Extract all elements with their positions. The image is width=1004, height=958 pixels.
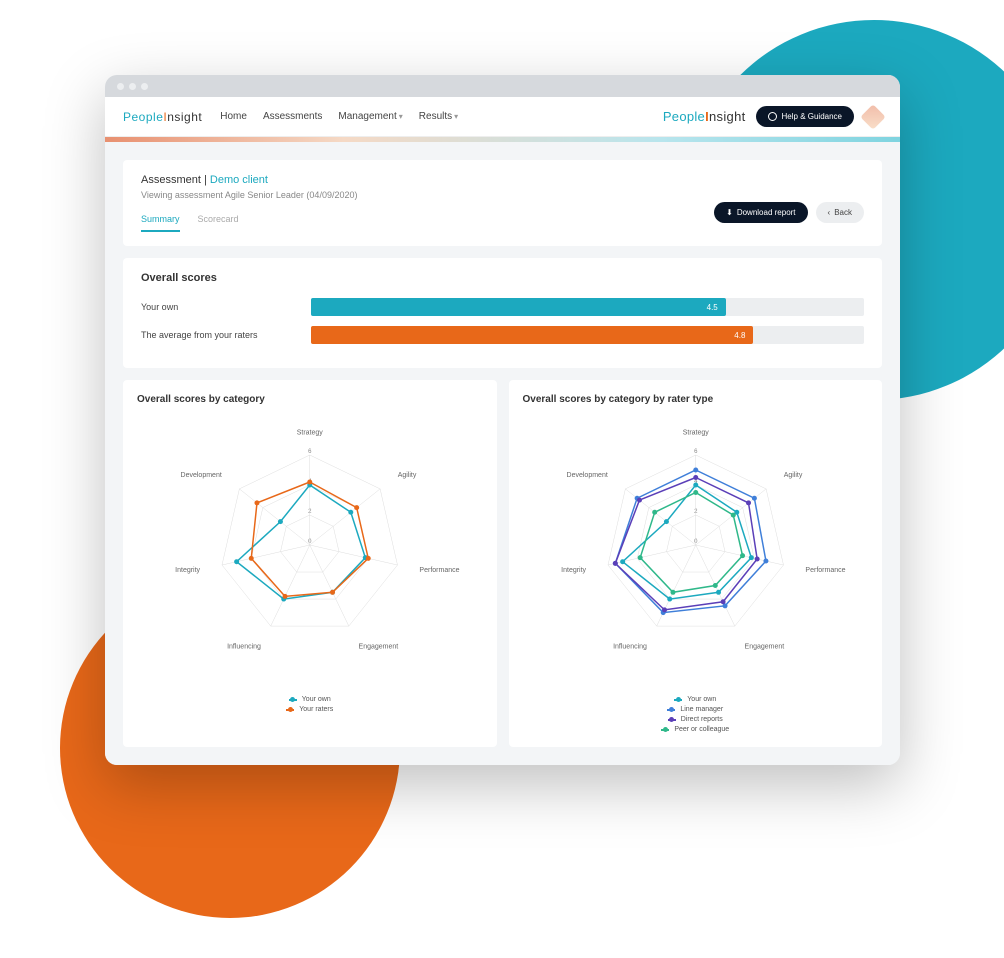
main-nav: Home Assessments Management▾ Results▾ bbox=[220, 111, 458, 122]
score-bar-raters-fill: 4.8 bbox=[311, 326, 753, 344]
chevron-down-icon: ▾ bbox=[454, 112, 458, 121]
logo-left: PeopleInsight bbox=[123, 110, 202, 124]
score-row-own: Your own 4.5 bbox=[141, 298, 864, 316]
svg-text:Engagement: Engagement bbox=[744, 643, 784, 650]
svg-text:Agility: Agility bbox=[398, 472, 417, 479]
back-button[interactable]: ‹ Back bbox=[816, 202, 864, 223]
chart-card-by-rater-type: Overall scores by category by rater type… bbox=[509, 380, 883, 747]
svg-text:Agility: Agility bbox=[783, 472, 802, 479]
score-bar-own-fill: 4.5 bbox=[311, 298, 726, 316]
score-bar-own: 4.5 bbox=[311, 298, 864, 316]
legend-item: Your own bbox=[674, 696, 716, 703]
nav-results[interactable]: Results▾ bbox=[419, 111, 458, 122]
svg-text:Performance: Performance bbox=[419, 567, 459, 574]
score-label-raters: The average from your raters bbox=[141, 330, 311, 340]
assessment-header-card: Assessment | Demo client Viewing assessm… bbox=[123, 160, 882, 246]
radar-chart-1: 0246StrategyAgilityPerformanceEngagement… bbox=[137, 415, 483, 685]
chart2-title: Overall scores by category by rater type bbox=[523, 394, 869, 405]
edit-icon[interactable] bbox=[860, 104, 885, 129]
svg-text:Integrity: Integrity bbox=[175, 567, 200, 574]
chevron-left-icon: ‹ bbox=[828, 208, 831, 217]
help-icon bbox=[768, 112, 777, 121]
svg-text:2: 2 bbox=[308, 509, 312, 515]
page-title: Assessment | Demo client bbox=[141, 174, 357, 186]
svg-text:Performance: Performance bbox=[805, 567, 845, 574]
legend-item: Peer or colleague bbox=[661, 726, 729, 733]
chart1-legend: Your own Your raters bbox=[137, 696, 483, 713]
charts-row: Overall scores by category 0246StrategyA… bbox=[123, 380, 882, 747]
radar-chart-2: 0246StrategyAgilityPerformanceEngagement… bbox=[523, 415, 869, 685]
download-icon: ⬇ bbox=[726, 208, 733, 217]
logo-right: PeopleInsight bbox=[663, 109, 746, 124]
legend-item: Direct reports bbox=[668, 716, 723, 723]
svg-text:2: 2 bbox=[694, 509, 698, 515]
chart-card-by-category: Overall scores by category 0246StrategyA… bbox=[123, 380, 497, 747]
app-header: PeopleInsight Home Assessments Managemen… bbox=[105, 97, 900, 137]
overall-scores-card: Overall scores Your own 4.5 The average … bbox=[123, 258, 882, 368]
overall-scores-title: Overall scores bbox=[141, 272, 864, 284]
svg-text:Engagement: Engagement bbox=[359, 643, 399, 650]
chart1-title: Overall scores by category bbox=[137, 394, 483, 405]
help-button[interactable]: Help & Guidance bbox=[756, 106, 854, 127]
score-bar-raters: 4.8 bbox=[311, 326, 864, 344]
svg-text:6: 6 bbox=[308, 449, 312, 455]
tab-scorecard[interactable]: Scorecard bbox=[198, 214, 239, 232]
svg-text:6: 6 bbox=[694, 449, 698, 455]
window-control-icon bbox=[129, 83, 136, 90]
svg-text:Influencing: Influencing bbox=[613, 643, 647, 650]
download-report-button[interactable]: ⬇ Download report bbox=[714, 202, 807, 223]
score-row-raters: The average from your raters 4.8 bbox=[141, 326, 864, 344]
nav-assessments[interactable]: Assessments bbox=[263, 111, 322, 122]
window-control-icon bbox=[141, 83, 148, 90]
nav-management[interactable]: Management▾ bbox=[338, 111, 402, 122]
browser-window: PeopleInsight Home Assessments Managemen… bbox=[105, 75, 900, 765]
nav-home[interactable]: Home bbox=[220, 111, 247, 122]
tab-summary[interactable]: Summary bbox=[141, 214, 180, 232]
window-control-icon bbox=[117, 83, 124, 90]
legend-item: Your own bbox=[289, 696, 331, 703]
svg-text:Development: Development bbox=[566, 472, 607, 479]
page-content: Assessment | Demo client Viewing assessm… bbox=[105, 142, 900, 765]
browser-titlebar bbox=[105, 75, 900, 97]
score-label-own: Your own bbox=[141, 302, 311, 312]
svg-text:Strategy: Strategy bbox=[297, 430, 324, 437]
chevron-down-icon: ▾ bbox=[399, 112, 403, 121]
client-name[interactable]: Demo client bbox=[210, 174, 268, 186]
svg-text:Strategy: Strategy bbox=[682, 430, 709, 437]
svg-text:Development: Development bbox=[181, 472, 222, 479]
tabs: Summary Scorecard bbox=[141, 214, 357, 232]
chart2-legend: Your own Line manager Direct reports Pee… bbox=[523, 696, 869, 733]
page-subtitle: Viewing assessment Agile Senior Leader (… bbox=[141, 190, 357, 200]
svg-text:Influencing: Influencing bbox=[227, 643, 261, 650]
legend-item: Your raters bbox=[286, 706, 333, 713]
legend-item: Line manager bbox=[667, 706, 723, 713]
svg-text:Integrity: Integrity bbox=[561, 567, 586, 574]
